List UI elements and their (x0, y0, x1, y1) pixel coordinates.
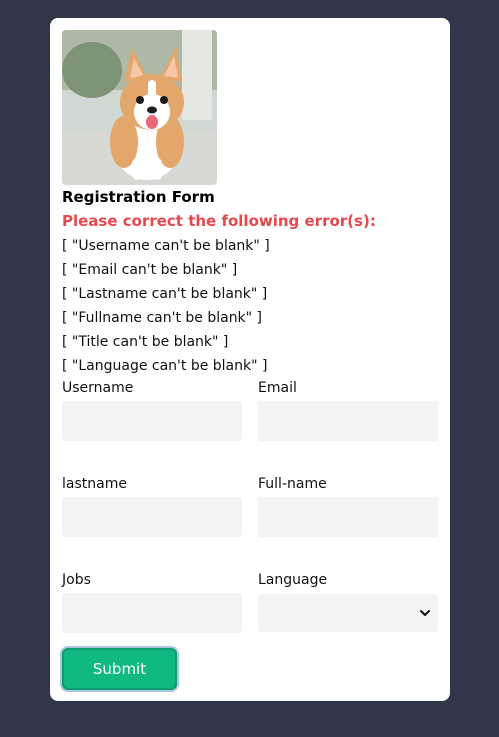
username-label: Username (62, 380, 134, 396)
corgi-illustration (62, 30, 217, 185)
lastname-field[interactable] (62, 497, 242, 537)
jobs-label: Jobs (62, 572, 91, 588)
error-item-title: [ "Title can't be blank" ] (62, 334, 229, 350)
error-item-language: [ "Language can't be blank" ] (62, 358, 268, 374)
error-list: [ "Username can't be blank" ] [ "Email c… (62, 236, 270, 380)
username-field[interactable] (62, 401, 242, 441)
chevron-down-icon (420, 610, 430, 616)
registration-card: Registration Form Please correct the fol… (50, 18, 450, 701)
submit-button[interactable]: Submit (62, 648, 177, 690)
error-heading: Please correct the following error(s): (62, 212, 376, 230)
error-item-lastname: [ "Lastname can't be blank" ] (62, 286, 268, 302)
error-item-fullname: [ "Fullname can't be blank" ] (62, 310, 263, 326)
language-select[interactable] (258, 594, 438, 632)
fullname-label: Full-name (258, 476, 327, 492)
fullname-field[interactable] (258, 497, 438, 537)
corgi-photo (62, 30, 217, 185)
error-item-email: [ "Email can't be blank" ] (62, 262, 238, 278)
form-title: Registration Form (62, 188, 215, 206)
lastname-label: lastname (62, 476, 127, 492)
email-label: Email (258, 380, 297, 396)
language-label: Language (258, 572, 328, 588)
error-item-username: [ "Username can't be blank" ] (62, 238, 270, 254)
email-field[interactable] (258, 401, 438, 441)
jobs-field[interactable] (62, 593, 242, 633)
